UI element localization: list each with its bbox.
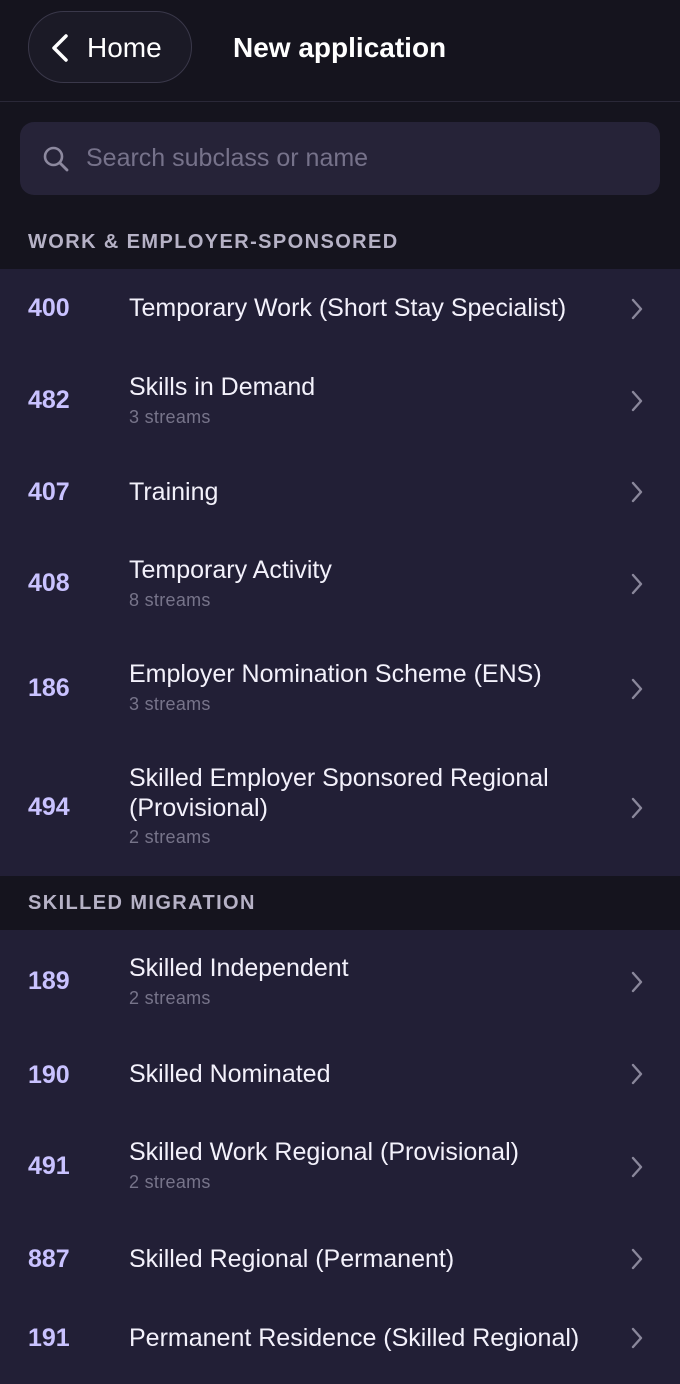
chevron-right-icon <box>631 678 643 700</box>
subclass-streams: 3 streams <box>129 407 211 427</box>
chevron-right-icon <box>631 573 643 595</box>
subclass-title: Temporary Activity <box>129 556 332 584</box>
subclass-code: 186 <box>28 674 70 702</box>
list-item[interactable]: 407 Training <box>0 452 680 531</box>
subclass-code: 190 <box>28 1061 70 1089</box>
subclass-title: Skilled Employer Sponsored Regional (Pro… <box>129 764 549 822</box>
subclass-code: 494 <box>28 793 70 821</box>
subclass-streams: 2 streams <box>129 988 211 1008</box>
list-item[interactable]: 186 Employer Nomination Scheme (ENS) 3 s… <box>0 636 680 740</box>
search-icon <box>43 146 69 172</box>
subclass-title: Employer Nomination Scheme (ENS) <box>129 660 542 688</box>
list-item[interactable]: 482 Skills in Demand 3 streams <box>0 348 680 452</box>
list-work-sponsored: 400 Temporary Work (Short Stay Specialis… <box>0 269 680 876</box>
subclass-streams: 3 streams <box>129 694 211 714</box>
chevron-right-icon <box>631 1156 643 1178</box>
search-bar <box>20 122 660 195</box>
top-bar: Home New application <box>0 0 680 102</box>
subclass-title: Permanent Residence (Skilled Regional) <box>129 1324 580 1352</box>
chevron-right-icon <box>631 1063 643 1085</box>
chevron-right-icon <box>631 481 643 503</box>
subclass-code: 407 <box>28 478 70 506</box>
search-input[interactable] <box>84 136 644 180</box>
list-item[interactable]: 191 Permanent Residence (Skilled Regiona… <box>0 1298 680 1384</box>
subclass-code: 887 <box>28 1245 70 1273</box>
chevron-right-icon <box>631 1327 643 1349</box>
section-title: SKILLED MIGRATION <box>28 891 256 914</box>
chevron-left-icon <box>52 34 68 62</box>
subclass-title: Skilled Regional (Permanent) <box>129 1245 455 1273</box>
page-title: New application <box>233 32 447 63</box>
subclass-title: Training <box>129 478 219 506</box>
subclass-title: Skilled Work Regional (Provisional) <box>129 1138 519 1166</box>
chevron-right-icon <box>631 390 643 412</box>
back-button-label: Home <box>87 32 162 63</box>
subclass-streams: 2 streams <box>129 1172 211 1192</box>
chevron-right-icon <box>631 971 643 993</box>
chevron-right-icon <box>631 1248 643 1270</box>
list-item[interactable]: 491 Skilled Work Regional (Provisional) … <box>0 1114 680 1218</box>
chevron-right-icon <box>631 797 643 819</box>
subclass-streams: 2 streams <box>129 827 211 847</box>
subclass-code: 400 <box>28 294 70 322</box>
subclass-title: Skilled Independent <box>129 954 349 982</box>
list-item[interactable]: 189 Skilled Independent 2 streams <box>0 930 680 1034</box>
list-item[interactable]: 887 Skilled Regional (Permanent) <box>0 1218 680 1298</box>
subclass-code: 491 <box>28 1152 70 1180</box>
subclass-streams: 8 streams <box>129 590 211 610</box>
list-item[interactable]: 408 Temporary Activity 8 streams <box>0 531 680 636</box>
subclass-code: 189 <box>28 967 70 995</box>
chevron-right-icon <box>631 298 643 320</box>
list-skilled-migration: 189 Skilled Independent 2 streams 190 Sk… <box>0 930 680 1384</box>
subclass-code: 408 <box>28 569 70 597</box>
section-header-work: WORK & EMPLOYER-SPONSORED <box>0 216 680 269</box>
list-item[interactable]: 190 Skilled Nominated <box>0 1034 680 1114</box>
section-header-skilled: SKILLED MIGRATION <box>0 876 680 930</box>
subclass-title: Skilled Nominated <box>129 1060 331 1088</box>
list-item[interactable]: 400 Temporary Work (Short Stay Specialis… <box>0 269 680 348</box>
subclass-title: Skills in Demand <box>129 373 316 401</box>
subclass-title: Temporary Work (Short Stay Specialist) <box>129 294 567 322</box>
list-item[interactable]: 494 Skilled Employer Sponsored Regional … <box>0 740 680 876</box>
back-button[interactable]: Home <box>28 11 192 83</box>
section-title: WORK & EMPLOYER-SPONSORED <box>28 231 399 253</box>
subclass-code: 191 <box>28 1324 70 1352</box>
subclass-code: 482 <box>28 386 70 414</box>
